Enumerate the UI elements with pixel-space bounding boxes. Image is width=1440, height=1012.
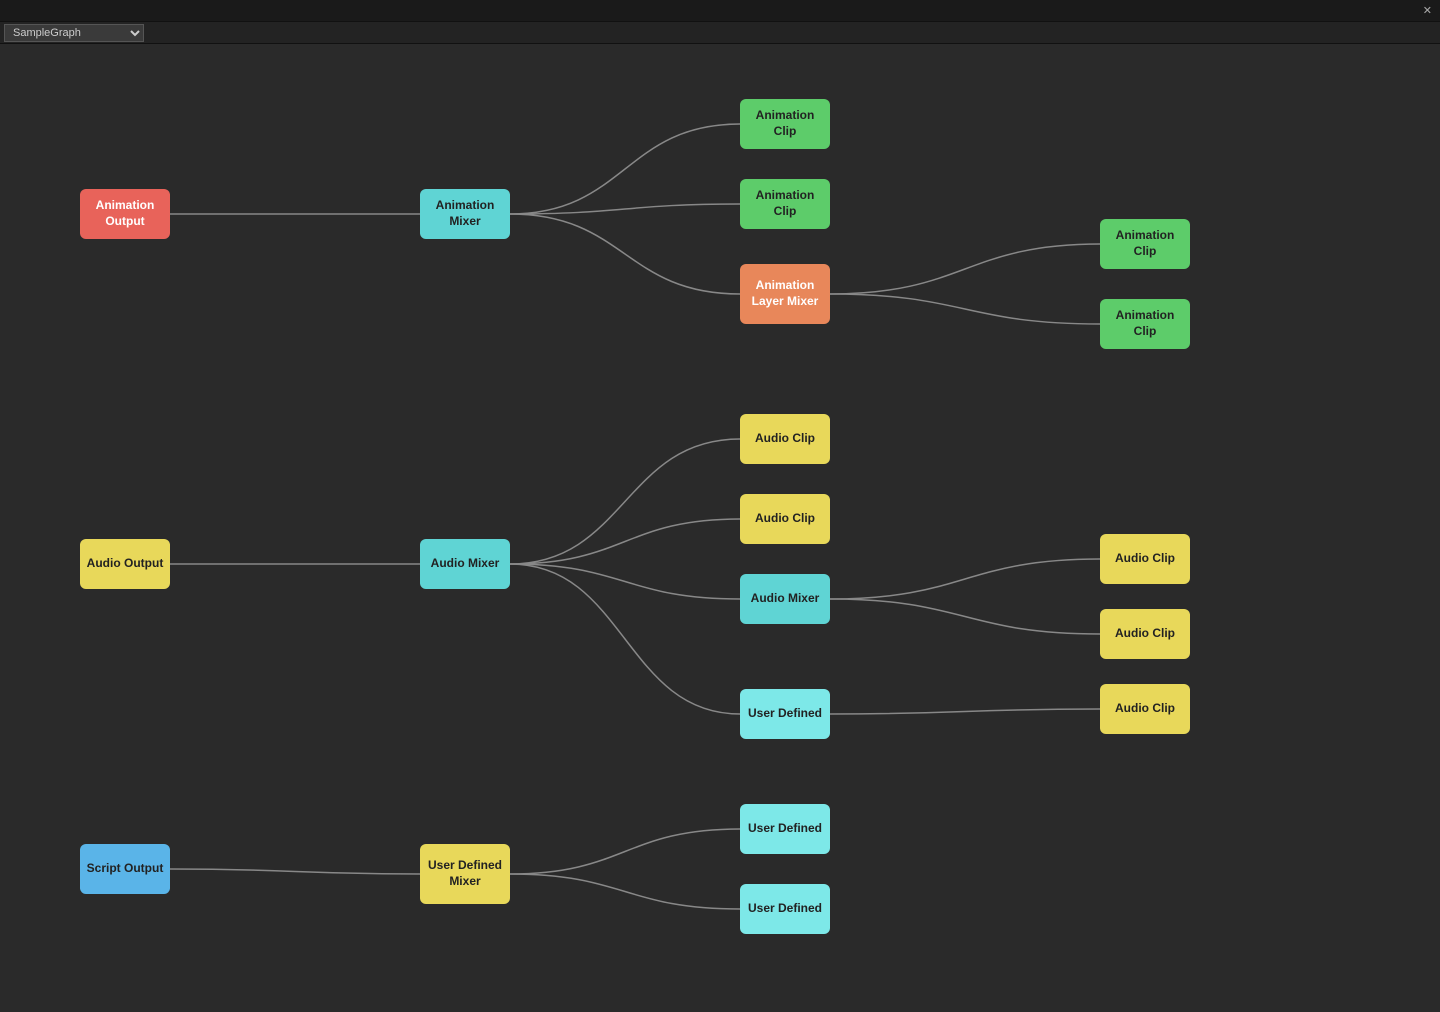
node-anim-output[interactable]: Animation Output [80,189,170,239]
node-anim-clip-4[interactable]: Animation Clip [1100,299,1190,349]
node-anim-layer-mixer[interactable]: Animation Layer Mixer [740,264,830,324]
node-user-defined-2[interactable]: User Defined [740,804,830,854]
node-script-output[interactable]: Script Output [80,844,170,894]
title-bar: ✕ [0,0,1440,22]
node-anim-mixer[interactable]: Animation Mixer [420,189,510,239]
close-button[interactable]: ✕ [1423,4,1432,17]
node-user-defined-3[interactable]: User Defined [740,884,830,934]
node-audio-clip-2[interactable]: Audio Clip [740,494,830,544]
node-anim-clip-3[interactable]: Animation Clip [1100,219,1190,269]
node-audio-mixer-2[interactable]: Audio Mixer [740,574,830,624]
dropdown-bar: SampleGraph [0,22,1440,44]
node-user-defined-1[interactable]: User Defined [740,689,830,739]
connections-svg [0,44,1440,1012]
node-user-defined-mixer[interactable]: User Defined Mixer [420,844,510,904]
node-anim-clip-1[interactable]: Animation Clip [740,99,830,149]
node-audio-clip-3[interactable]: Audio Clip [1100,534,1190,584]
canvas: Animation Output Animation Mixer Animation… [0,44,1440,1012]
node-audio-mixer[interactable]: Audio Mixer [420,539,510,589]
node-audio-clip-4[interactable]: Audio Clip [1100,609,1190,659]
graph-selector[interactable]: SampleGraph [4,24,144,42]
node-audio-clip-5[interactable]: Audio Clip [1100,684,1190,734]
node-audio-output[interactable]: Audio Output [80,539,170,589]
node-audio-clip-1[interactable]: Audio Clip [740,414,830,464]
node-anim-clip-2[interactable]: Animation Clip [740,179,830,229]
